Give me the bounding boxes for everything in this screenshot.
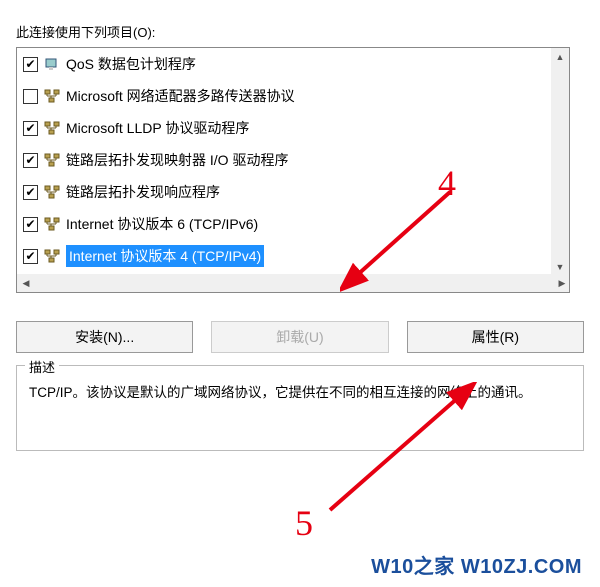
- properties-button[interactable]: 属性(R): [407, 321, 584, 353]
- description-text: TCP/IP。该协议是默认的广域网络协议，它提供在不同的相互连接的网络上的通讯。: [29, 382, 571, 405]
- item-label: 链路层拓扑发现映射器 I/O 驱动程序: [66, 150, 288, 170]
- checkbox[interactable]: ✔: [23, 121, 38, 136]
- description-group: 描述 TCP/IP。该协议是默认的广域网络协议，它提供在不同的相互连接的网络上的…: [16, 365, 584, 451]
- checkbox[interactable]: ✔: [23, 249, 38, 264]
- item-label: Microsoft LLDP 协议驱动程序: [66, 118, 249, 138]
- section-label: 此连接使用下列项目(O):: [16, 22, 600, 41]
- network-protocol-icon: [44, 152, 60, 168]
- scroll-up-icon[interactable]: ▲: [551, 48, 569, 66]
- list-item[interactable]: ✔ QoS 数据包计划程序: [17, 48, 553, 80]
- item-label: QoS 数据包计划程序: [66, 54, 196, 74]
- list-item[interactable]: ✔ 链路层拓扑发现映射器 I/O 驱动程序: [17, 144, 553, 176]
- item-label: 链路层拓扑发现响应程序: [66, 182, 220, 202]
- checkbox[interactable]: [23, 89, 38, 104]
- item-label: Internet 协议版本 6 (TCP/IPv6): [66, 214, 258, 234]
- checkbox[interactable]: ✔: [23, 57, 38, 72]
- scroll-left-icon[interactable]: ◀: [17, 274, 35, 292]
- network-items-listbox[interactable]: ✔ QoS 数据包计划程序 Microsoft 网络适配器多路传送器协议 ✔ Micro…: [16, 47, 570, 293]
- item-label: Internet 协议版本 4 (TCP/IPv4): [66, 245, 264, 267]
- network-protocol-icon: [44, 248, 60, 264]
- network-protocol-icon: [44, 120, 60, 136]
- list-item[interactable]: Microsoft 网络适配器多路传送器协议: [17, 80, 553, 112]
- network-protocol-icon: [44, 216, 60, 232]
- network-protocol-icon: [44, 88, 60, 104]
- list-item[interactable]: ✔ 链路层拓扑发现响应程序: [17, 176, 553, 208]
- description-title: 描述: [25, 357, 59, 376]
- checkbox[interactable]: ✔: [23, 153, 38, 168]
- network-protocol-icon: [44, 184, 60, 200]
- install-button[interactable]: 安装(N)...: [16, 321, 193, 353]
- annotation-5: 5: [295, 502, 313, 544]
- qos-icon: [44, 56, 60, 72]
- horizontal-scrollbar[interactable]: ◀ ▶: [17, 274, 570, 292]
- checkbox[interactable]: ✔: [23, 217, 38, 232]
- uninstall-button: 卸载(U): [211, 321, 388, 353]
- checkbox[interactable]: ✔: [23, 185, 38, 200]
- scroll-right-icon[interactable]: ▶: [553, 274, 570, 292]
- vertical-scrollbar[interactable]: ▲ ▼: [551, 48, 569, 276]
- list-item[interactable]: ✔ Microsoft LLDP 协议驱动程序: [17, 112, 553, 144]
- item-label: Microsoft 网络适配器多路传送器协议: [66, 86, 295, 106]
- list-item[interactable]: ✔ Internet 协议版本 6 (TCP/IPv6): [17, 208, 553, 240]
- list-item[interactable]: ✔ Internet 协议版本 4 (TCP/IPv4): [17, 240, 553, 272]
